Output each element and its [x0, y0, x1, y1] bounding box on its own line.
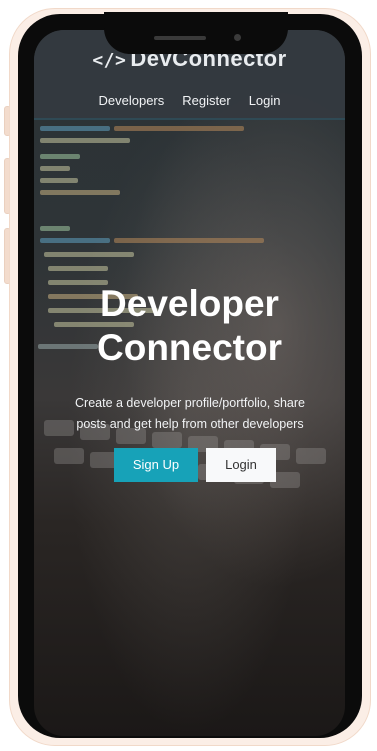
nav-link-register[interactable]: Register [182, 93, 230, 108]
hero-title: Developer Connector [34, 282, 345, 370]
phone-mockup: </> DevConnector Developers Register Logi… [0, 0, 377, 751]
hero-subtitle: Create a developer profile/portfolio, sh… [60, 393, 320, 435]
phone-screen: </> DevConnector Developers Register Logi… [34, 30, 345, 736]
front-camera [234, 34, 241, 41]
login-button[interactable]: Login [206, 448, 276, 482]
nav-links: Developers Register Login [34, 93, 345, 108]
speaker-grille [154, 36, 206, 40]
hero-subtitle-line1: Create a developer profile/portfolio, sh… [75, 396, 305, 410]
nav-link-developers[interactable]: Developers [99, 93, 165, 108]
phone-notch [104, 12, 288, 54]
code-icon: </> [92, 50, 127, 71]
signup-button[interactable]: Sign Up [114, 448, 198, 482]
hero-title-line1: Developer [100, 283, 279, 324]
hero-subtitle-line2: posts and get help from other developers [76, 417, 304, 431]
nav-link-login[interactable]: Login [249, 93, 281, 108]
hero-title-line2: Connector [97, 327, 282, 368]
